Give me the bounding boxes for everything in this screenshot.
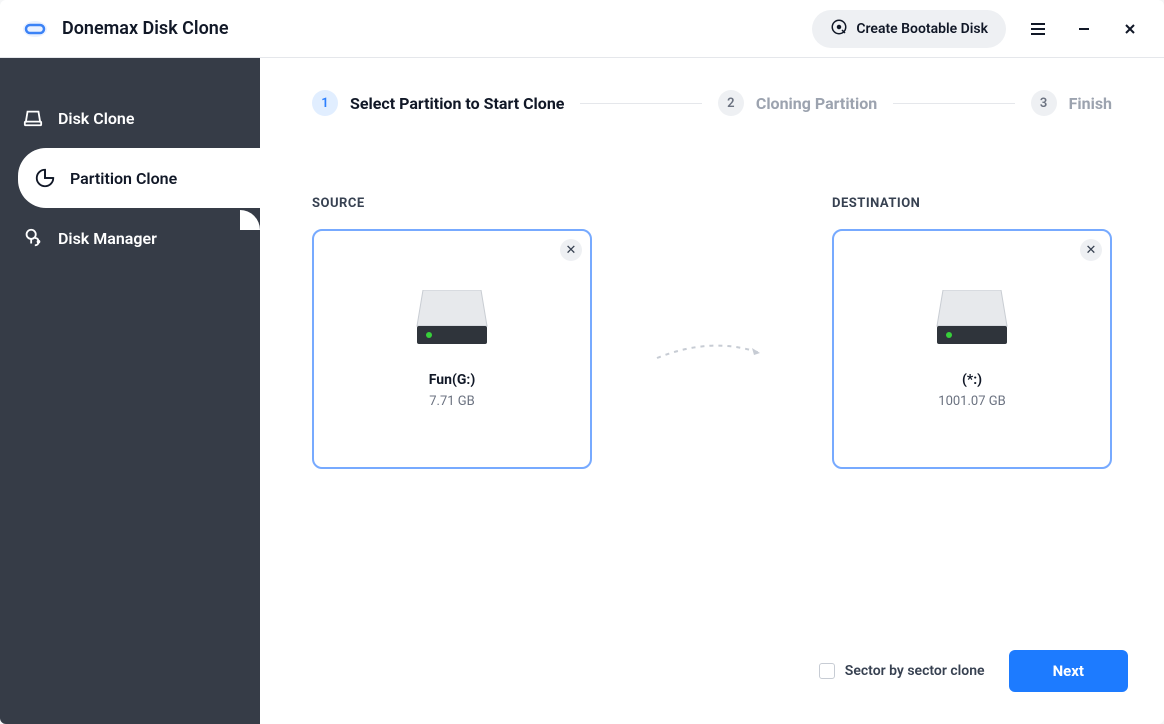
sidebar: Disk Clone Partition Clone Disk Mana [0, 58, 260, 724]
sidebar-item-disk-manager[interactable]: Disk Manager [0, 208, 260, 268]
step-number: 3 [1031, 90, 1057, 116]
sidebar-item-disk-clone[interactable]: Disk Clone [0, 88, 260, 148]
source-disk-name: Fun(G:) [429, 372, 476, 388]
destination-card[interactable]: ✕ (*:) 1001.07 GB [832, 229, 1112, 469]
close-icon: ✕ [1086, 243, 1097, 258]
arrow-icon [652, 338, 772, 368]
app-body: Disk Clone Partition Clone Disk Mana [0, 58, 1164, 724]
step-1: 1 Select Partition to Start Clone [312, 90, 564, 116]
minimize-button[interactable] [1070, 15, 1098, 43]
checkbox-label: Sector by sector clone [845, 663, 985, 679]
title-bar: Donemax Disk Clone Create Bootable Disk [0, 0, 1164, 58]
sidebar-item-label: Disk Manager [58, 229, 157, 248]
sector-by-sector-checkbox[interactable]: Sector by sector clone [819, 663, 985, 679]
source-card[interactable]: ✕ Fun(G:) 7.71 GB [312, 229, 592, 469]
next-button[interactable]: Next [1009, 650, 1128, 692]
source-column: SOURCE ✕ Fun(G:) 7 [312, 196, 592, 469]
step-number: 2 [718, 90, 744, 116]
app-window: Donemax Disk Clone Create Bootable Disk [0, 0, 1164, 724]
step-divider [580, 103, 701, 104]
checkbox-box [819, 663, 835, 679]
main-panel: 1 Select Partition to Start Clone 2 Clon… [260, 58, 1164, 724]
sidebar-item-partition-clone[interactable]: Partition Clone [18, 148, 260, 208]
close-icon: ✕ [566, 243, 577, 258]
bootable-disk-icon [830, 18, 848, 40]
step-label: Select Partition to Start Clone [350, 94, 564, 113]
source-clear-button[interactable]: ✕ [560, 239, 582, 261]
disk-clone-icon [22, 107, 44, 129]
footer-controls: Sector by sector clone Next [819, 650, 1128, 692]
source-disk-size: 7.71 GB [429, 394, 475, 409]
app-title: Donemax Disk Clone [62, 18, 229, 39]
step-label: Finish [1069, 94, 1112, 113]
menu-button[interactable] [1024, 15, 1052, 43]
create-bootable-disk-button[interactable]: Create Bootable Disk [812, 10, 1006, 48]
step-divider [893, 103, 1014, 104]
sidebar-item-label: Disk Clone [58, 109, 134, 128]
close-button[interactable] [1116, 15, 1144, 43]
app-logo-icon [20, 19, 50, 39]
step-indicator: 1 Select Partition to Start Clone 2 Clon… [312, 90, 1112, 116]
destination-disk-size: 1001.07 GB [938, 394, 1005, 409]
step-2: 2 Cloning Partition [718, 90, 877, 116]
destination-title: DESTINATION [832, 196, 1112, 211]
create-bootable-disk-label: Create Bootable Disk [856, 21, 988, 37]
step-3: 3 Finish [1031, 90, 1112, 116]
partition-clone-icon [34, 167, 56, 189]
drive-icon [933, 290, 1011, 350]
sidebar-item-label: Partition Clone [70, 169, 177, 188]
clone-panels: SOURCE ✕ Fun(G:) 7 [312, 196, 1112, 469]
source-title: SOURCE [312, 196, 592, 211]
drive-icon [413, 290, 491, 350]
destination-disk-name: (*:) [962, 372, 982, 388]
destination-column: DESTINATION ✕ (*:) [832, 196, 1112, 469]
destination-clear-button[interactable]: ✕ [1080, 239, 1102, 261]
step-number: 1 [312, 90, 338, 116]
disk-manager-icon [22, 227, 44, 249]
step-label: Cloning Partition [756, 94, 877, 113]
